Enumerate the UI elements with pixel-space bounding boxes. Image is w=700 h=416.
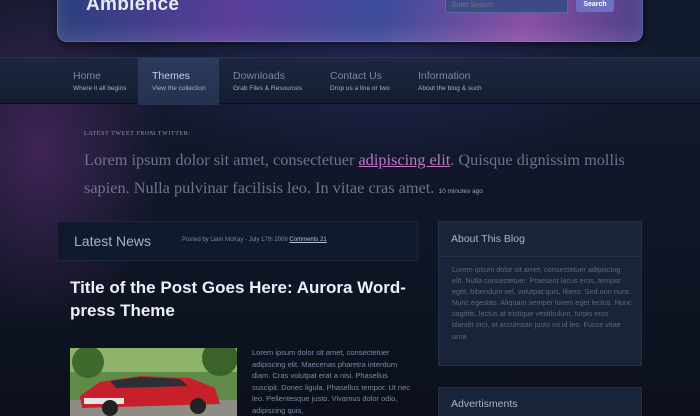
nav-item-themes[interactable]: Themes View the collection xyxy=(138,58,219,105)
tweet-link[interactable]: adipiscing elit xyxy=(358,150,450,169)
about-blog-widget: About This Blog Lorem ipsum dolor sit am… xyxy=(438,221,642,366)
red-car-photo xyxy=(70,348,237,416)
nav-sublabel: Where it all begins xyxy=(73,85,127,92)
widget-divider xyxy=(439,256,641,257)
search-button[interactable]: Search xyxy=(576,0,614,12)
nav-sublabel: View the collection xyxy=(152,85,206,92)
tweet-text-start: Lorem ipsum dolor sit amet, consectetuer xyxy=(84,150,359,169)
nav-item-downloads[interactable]: Downloads Grab Files & Resources xyxy=(219,58,316,105)
tweet-timestamp: 10 minutes ago xyxy=(438,188,483,195)
nav-label: Themes xyxy=(152,70,190,82)
post-meta: Posted by Liam McKay - July 17th 2008 Co… xyxy=(182,237,327,243)
nav-item-home[interactable]: Home Where it all begins xyxy=(59,58,138,105)
post-image xyxy=(70,348,237,416)
nav-label: Downloads xyxy=(233,70,285,82)
nav-sublabel: About the blog & such xyxy=(418,85,482,92)
latest-tweet: Lorem ipsum dolor sit amet, consectetuer… xyxy=(84,146,644,206)
post-author-date: Posted by Liam McKay - July 17th 2008 xyxy=(182,237,288,243)
post-excerpt: Lorem ipsum dolor sit amet, consectetuer… xyxy=(252,348,410,415)
site-title[interactable]: Ambience xyxy=(86,0,179,16)
widget-text: Lorem ipsum dolor sit amet, consectetuer… xyxy=(452,265,632,341)
section-title: Latest News xyxy=(74,233,152,249)
search-input[interactable] xyxy=(445,0,568,13)
nav-sublabel: Drop us a line or two xyxy=(330,85,390,92)
advertisements-widget: Advertisments xyxy=(438,387,642,416)
latest-news-header: Latest News Posted by Liam McKay - July … xyxy=(57,221,418,261)
nav-sublabel: Grab Files & Resources xyxy=(233,85,302,92)
widget-title: About This Blog xyxy=(451,233,525,245)
tweet-heading: Latest Tweet from Twitter: xyxy=(84,131,191,137)
widget-title: Advertisments xyxy=(451,398,518,410)
nav-label: Information xyxy=(418,70,471,82)
main-navigation: Home Where it all begins Themes View the… xyxy=(0,57,700,105)
nav-item-contact[interactable]: Contact Us Drop us a line or two xyxy=(316,58,404,105)
comments-link[interactable]: Comments 21 xyxy=(289,237,326,243)
nav-label: Home xyxy=(73,70,102,82)
nav-label: Contact Us xyxy=(330,70,382,82)
nav-item-information[interactable]: Information About the blog & such xyxy=(404,58,504,105)
post-title[interactable]: Title of the Post Goes Here: Aurora Word… xyxy=(70,276,415,322)
